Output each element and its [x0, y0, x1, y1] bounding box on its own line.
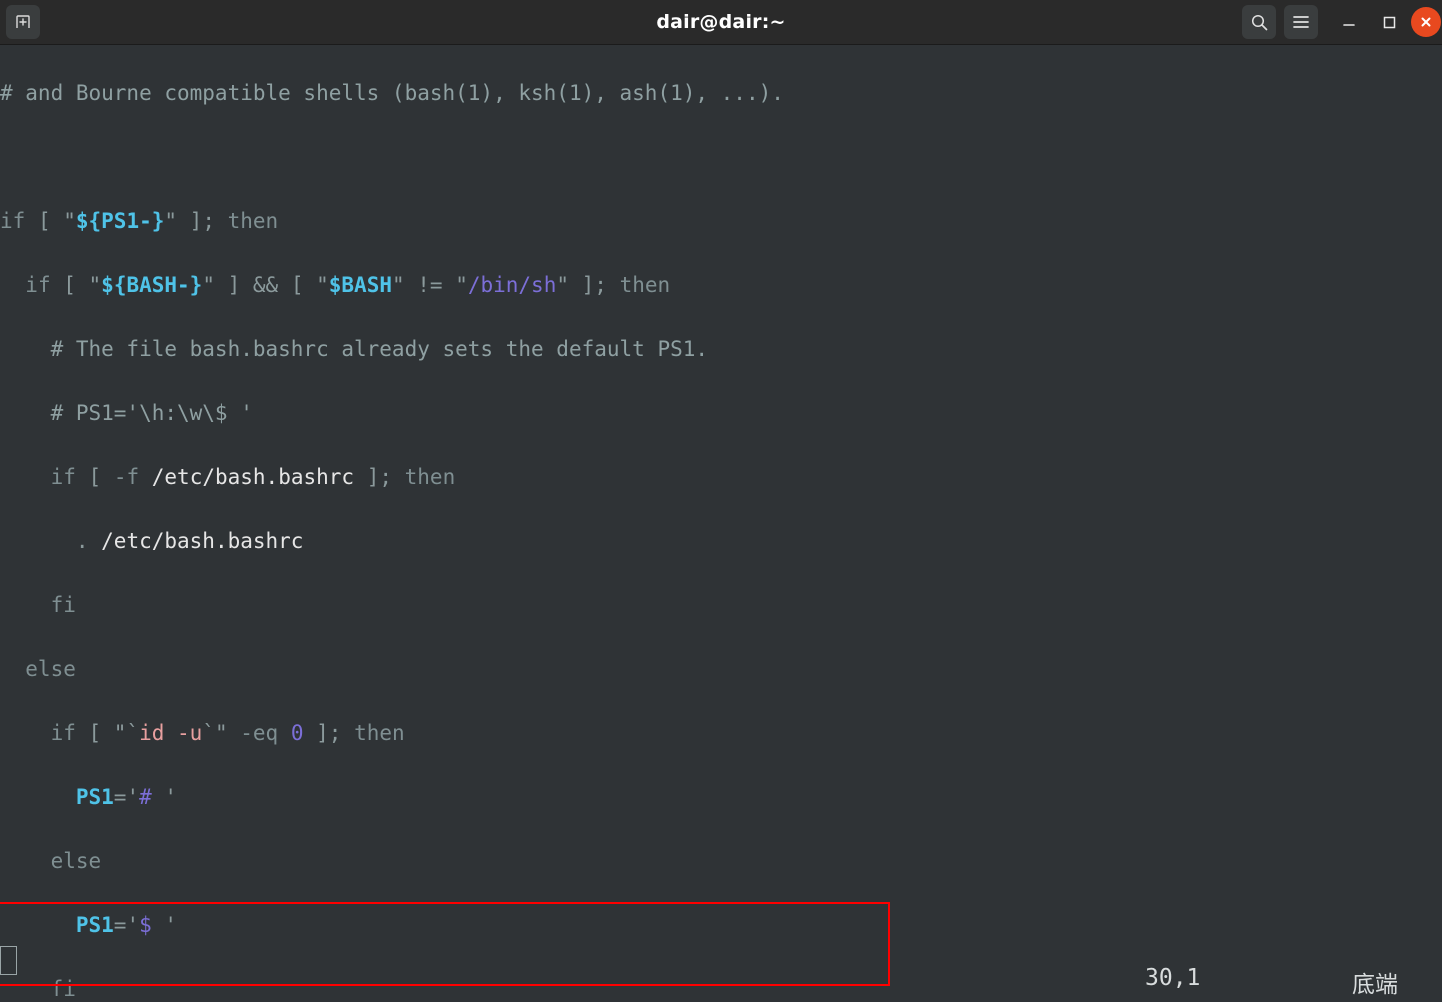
terminal-screen[interactable]: # and Bourne compatible shells (bash(1),… — [0, 45, 1442, 1002]
code-line: # and Bourne compatible shells (bash(1),… — [0, 81, 784, 105]
maximize-button[interactable] — [1372, 5, 1406, 39]
close-button[interactable] — [1411, 7, 1441, 37]
new-tab-icon — [16, 15, 30, 28]
code-line: PS1='# ' — [75, 785, 178, 809]
new-tab-button[interactable] — [6, 5, 40, 39]
hamburger-icon — [1293, 16, 1309, 28]
code-line: PS1='$ ' — [75, 913, 178, 937]
close-icon — [1421, 17, 1431, 27]
search-icon — [1251, 14, 1267, 30]
code-line: if [ -f /etc/bash.bashrc ]; then — [50, 465, 456, 489]
minimize-button[interactable] — [1332, 5, 1366, 39]
window-titlebar: dair@dair:~ — [0, 0, 1442, 45]
buffer-location-indicator: 底端 — [1352, 972, 1398, 998]
code-line: if [ "`id -u`" -eq 0 ]; then — [50, 721, 405, 745]
code-line: . /etc/bash.bashrc — [0, 529, 304, 553]
hamburger-menu-button[interactable] — [1284, 5, 1318, 39]
vim-buffer-text[interactable]: # and Bourne compatible shells (bash(1),… — [0, 45, 784, 1002]
code-line: else — [0, 849, 102, 873]
maximize-icon — [1383, 16, 1396, 29]
vim-status-line: 30,1 底端 — [0, 965, 1442, 1002]
code-line: if [ "${PS1-}" ]; then — [0, 209, 279, 233]
code-line: fi — [0, 593, 76, 617]
window-title: dair@dair:~ — [656, 11, 786, 33]
minimize-icon — [1343, 24, 1355, 26]
cursor-position-indicator: 30,1 — [1145, 965, 1201, 991]
search-button[interactable] — [1242, 5, 1276, 39]
code-line: else — [0, 657, 76, 681]
code-line: # The file bash.bashrc already sets the … — [0, 337, 709, 361]
code-line: if [ "${BASH-}" ] && [ "$BASH" != "/bin/… — [25, 273, 671, 297]
code-line: # PS1='\h:\w\$ ' — [0, 401, 253, 425]
